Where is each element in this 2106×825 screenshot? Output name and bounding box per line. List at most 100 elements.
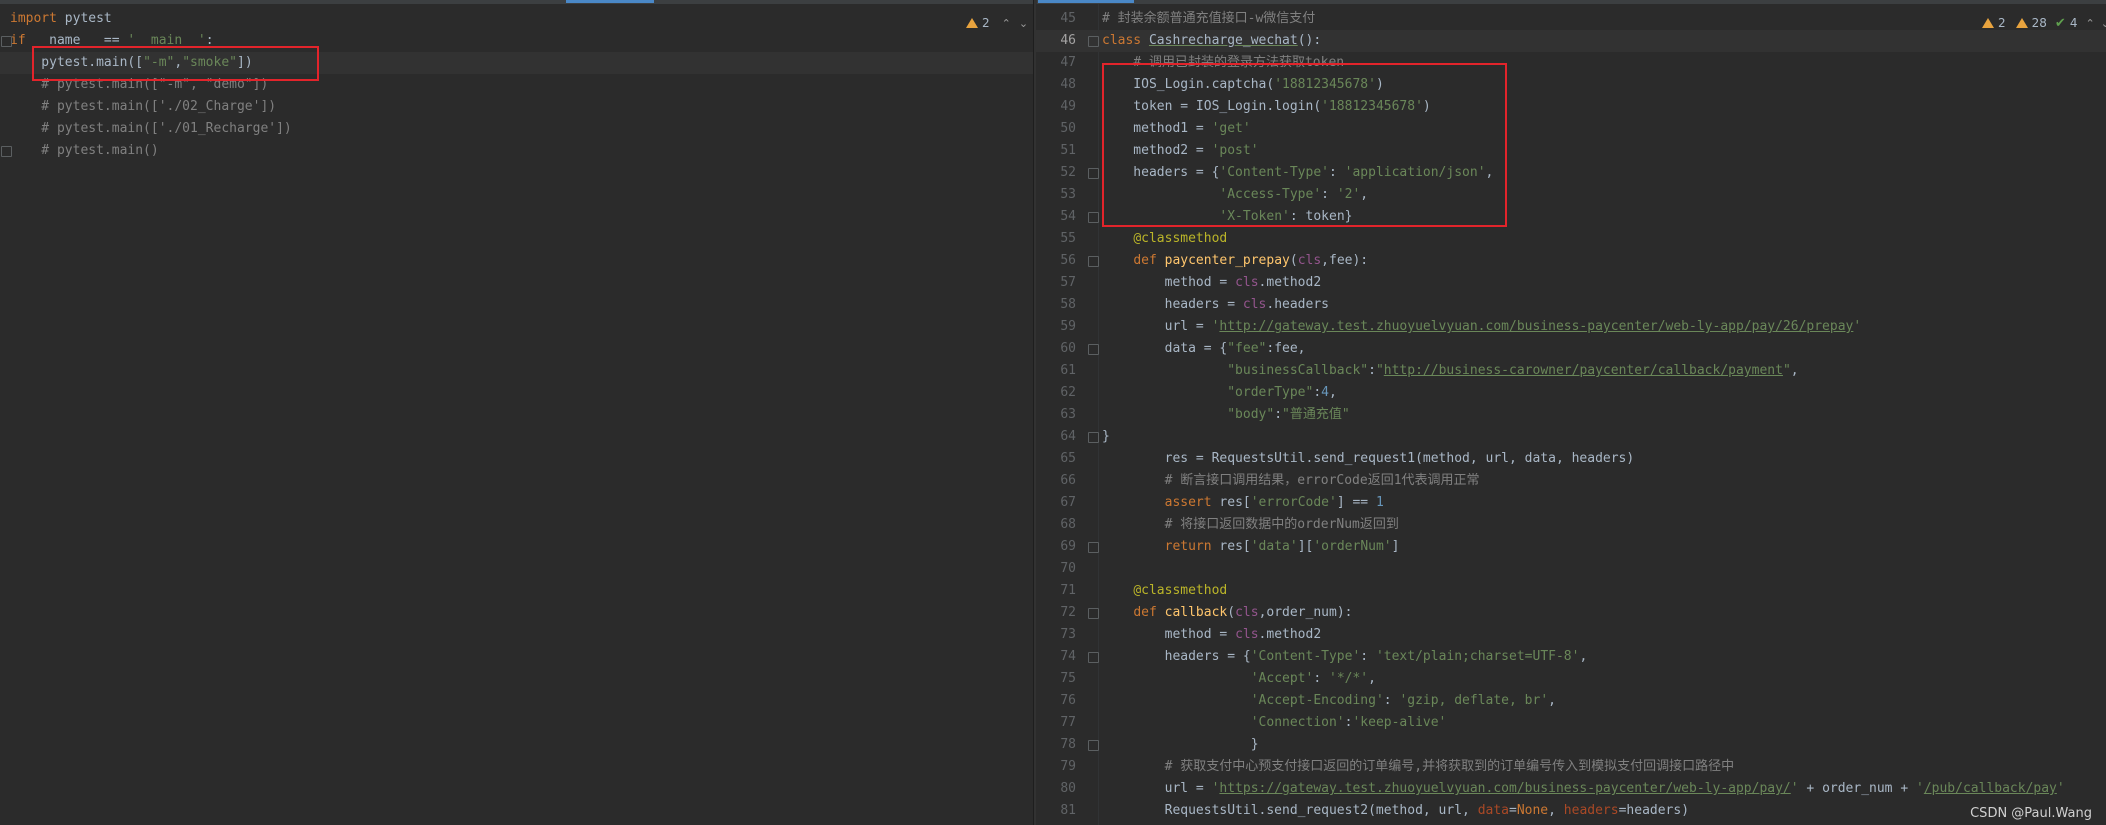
line-number: 81 <box>1060 803 1076 818</box>
code-token: cls <box>1242 297 1267 312</box>
code-token: } <box>1102 737 1259 752</box>
code-line[interactable]: 72 def callback(cls,order_num): <box>1036 602 2106 624</box>
code-line[interactable]: 70 <box>1036 558 2106 580</box>
code-line[interactable]: 53 'Access-Type': '2', <box>1036 184 2106 206</box>
right-editor-pane[interactable]: 2 28 ✔ 4 ⌃ ⌄ 45 # 封装余额普通充值接口-w微信支付 46 class… <box>1036 4 2106 825</box>
line-number: 69 <box>1060 539 1076 554</box>
code-line[interactable]: 65 res = RequestsUtil.send_request1(meth… <box>1036 448 2106 470</box>
code-token: ): <box>1336 605 1353 620</box>
fold-marker-icon[interactable] <box>1088 168 1099 179</box>
code-line[interactable]: 58 headers = cls.headers <box>1036 294 2106 316</box>
csdn-watermark: CSDN @Paul.Wang <box>1970 806 2092 821</box>
line-number: 54 <box>1060 209 1076 224</box>
code-token: : <box>1360 649 1376 664</box>
code-token: # 获取支付中心预支付接口返回的订单编号,并将获取到的订单编号传入到模拟支付回调… <box>1102 759 1735 774</box>
fold-marker-icon[interactable] <box>1088 432 1099 443</box>
code-token: 'data' <box>1250 539 1298 554</box>
code-token: 'Connection' <box>1250 715 1345 730</box>
code-line[interactable]: 74 headers = {'Content-Type': 'text/plai… <box>1036 646 2106 668</box>
line-number: 66 <box>1060 473 1076 488</box>
fold-marker-icon[interactable] <box>1 146 12 157</box>
code-line[interactable]: 55 @classmethod <box>1036 228 2106 250</box>
code-line[interactable]: 66 # 断言接口调用结果，errorCode返回1代表调用正常 <box>1036 470 2106 492</box>
code-token: , <box>1548 803 1564 818</box>
code-token: # pytest.main(['./01_Recharge']) <box>10 121 292 136</box>
code-token: if <box>10 33 26 48</box>
code-token: method1 = <box>1102 121 1212 136</box>
fold-marker-icon[interactable] <box>1088 608 1099 619</box>
code-token: 'post' <box>1211 143 1259 158</box>
code-line[interactable]: 63 "body":"普通充值" <box>1036 404 2106 426</box>
code-line[interactable]: # pytest.main(['./01_Recharge']) <box>0 118 1033 140</box>
code-line[interactable]: 50 method1 = 'get' <box>1036 118 2106 140</box>
line-number: 49 <box>1060 99 1076 114</box>
line-number: 78 <box>1060 737 1076 752</box>
code-token: http://gateway.test.zhuoyuelvyuan.com/bu… <box>1219 319 1854 334</box>
code-line[interactable]: 62 "orderType":4, <box>1036 382 2106 404</box>
fold-marker-icon[interactable] <box>1088 542 1099 553</box>
code-token: '*/*' <box>1329 671 1369 686</box>
code-line[interactable]: 73 method = cls.method2 <box>1036 624 2106 646</box>
fold-marker-icon[interactable] <box>1088 344 1099 355</box>
code-line[interactable]: if __name__ == '__main__': <box>0 30 1033 52</box>
code-line[interactable]: 52 headers = {'Content-Type': 'applicati… <box>1036 162 2106 184</box>
code-line[interactable]: 54 'X-Token': token} <box>1036 206 2106 228</box>
code-token: : <box>205 33 214 48</box>
code-line[interactable]: 61 "businessCallback":"http://business-c… <box>1036 360 2106 382</box>
code-line[interactable]: 45 # 封装余额普通充值接口-w微信支付 <box>1036 8 2106 30</box>
code-line[interactable]: # pytest.main(['./02_Charge']) <box>0 96 1033 118</box>
code-token: data = { <box>1102 341 1228 356</box>
code-line[interactable]: 80 url = 'https://gateway.test.zhuoyuelv… <box>1036 778 2106 800</box>
code-line[interactable]: 75 'Accept': '*/*', <box>1036 668 2106 690</box>
code-line[interactable]: 60 data = {"fee":fee, <box>1036 338 2106 360</box>
code-line[interactable]: 71 @classmethod <box>1036 580 2106 602</box>
code-line-current[interactable]: pytest.main(["-m","smoke"]) <box>0 52 1033 74</box>
code-line[interactable]: 51 method2 = 'post' <box>1036 140 2106 162</box>
code-line[interactable]: 64} <box>1036 426 2106 448</box>
code-token: : <box>1383 693 1400 708</box>
code-line[interactable]: 47 # 调用已封装的登录方法获取token <box>1036 52 2106 74</box>
fold-marker-icon[interactable] <box>1088 652 1099 663</box>
code-token: # 调用已封装的登录方法获取token <box>1102 55 1345 70</box>
fold-marker-icon[interactable] <box>1 36 12 47</box>
code-line[interactable]: 81 RequestsUtil.send_request2(method, ur… <box>1036 800 2106 822</box>
code-line[interactable]: 68 # 将接口返回数据中的orderNum返回到 <box>1036 514 2106 536</box>
code-line[interactable]: 49 token = IOS_Login.login('18812345678'… <box>1036 96 2106 118</box>
code-line[interactable]: # pytest.main() <box>0 140 1033 162</box>
code-line[interactable]: 48 IOS_Login.captcha('18812345678') <box>1036 74 2106 96</box>
code-line[interactable]: 57 method = cls.method2 <box>1036 272 2106 294</box>
code-token: # 封装余额普通充值接口-w微信支付 <box>1102 11 1316 26</box>
code-line[interactable]: 79 # 获取支付中心预支付接口返回的订单编号,并将获取到的订单编号传入到模拟支… <box>1036 756 2106 778</box>
code-line[interactable]: 77 'Connection':'keep-alive' <box>1036 712 2106 734</box>
left-editor-pane[interactable]: 2 ⌃ ⌄ import pytest if __name__ == '__ma… <box>0 4 1033 825</box>
code-line[interactable]: 67 assert res['errorCode'] == 1 <box>1036 492 2106 514</box>
line-number: 74 <box>1060 649 1076 664</box>
code-line[interactable]: import pytest <box>0 8 1033 30</box>
code-token: return <box>1164 539 1212 554</box>
active-tab-indicator-right[interactable] <box>1038 0 1134 3</box>
code-line[interactable]: 78 } <box>1036 734 2106 756</box>
code-line[interactable]: 59 url = 'http://gateway.test.zhuoyuelvy… <box>1036 316 2106 338</box>
code-line[interactable]: 76 'Accept-Encoding': 'gzip, deflate, br… <box>1036 690 2106 712</box>
fold-marker-icon[interactable] <box>1088 36 1099 47</box>
code-line[interactable]: # pytest.main(["-m", "demo"]) <box>0 74 1033 96</box>
active-tab-indicator[interactable] <box>566 0 654 3</box>
fold-marker-icon[interactable] <box>1088 256 1099 267</box>
code-token: ) <box>1422 99 1431 114</box>
code-line[interactable]: 56 def paycenter_prepay(cls,fee): <box>1036 250 2106 272</box>
code-line[interactable]: 69 return res['data']['orderNum'] <box>1036 536 2106 558</box>
line-number: 46 <box>1060 33 1076 48</box>
code-line[interactable]: 46 class Cashrecharge_wechat(): <box>1036 30 2106 52</box>
code-token: 'Access-Type' <box>1219 187 1322 202</box>
code-token: '18812345678' <box>1274 77 1376 92</box>
fold-marker-icon[interactable] <box>1088 212 1099 223</box>
code-token: , <box>1368 671 1376 686</box>
fold-marker-icon[interactable] <box>1088 740 1099 751</box>
code-token: " <box>1782 363 1791 378</box>
code-token: @classmethod <box>1133 583 1228 598</box>
